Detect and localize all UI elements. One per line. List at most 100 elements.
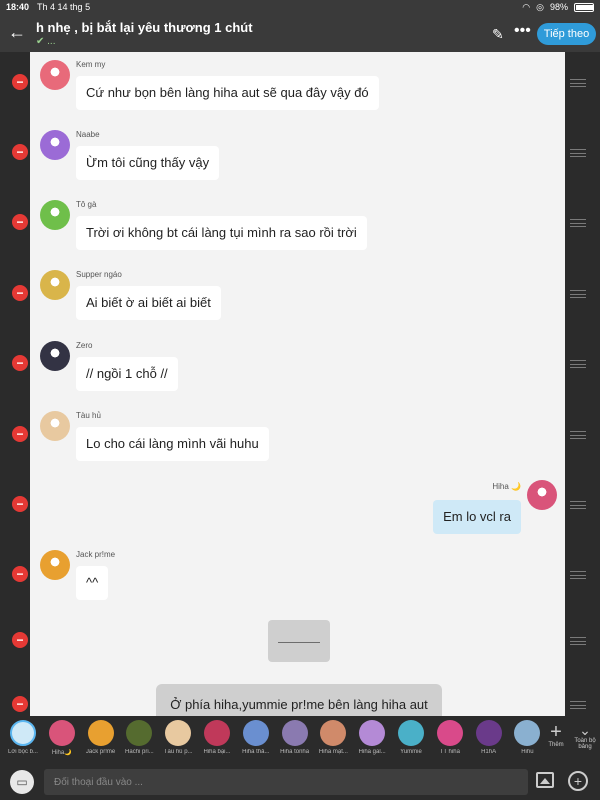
status-date: Th 4 14 thg 5 (37, 2, 91, 12)
delete-message-button[interactable]: − (12, 566, 28, 582)
chevron-down-icon: ⌄ (579, 722, 591, 738)
avatar (87, 720, 114, 746)
avatar[interactable] (527, 480, 557, 510)
sender-name: Jack pr!me (76, 550, 116, 559)
member-name: Hiha🌙 (51, 750, 72, 756)
avatar[interactable] (40, 411, 70, 441)
sender-name: Zero (76, 341, 93, 350)
next-button[interactable]: Tiếp theo (537, 23, 596, 45)
member-item[interactable]: Jack pr!me (82, 720, 120, 755)
fullscreen-button[interactable]: ⌄ Toàn bộ bảng (572, 722, 598, 750)
delete-message-button[interactable]: − (12, 214, 28, 230)
avatar (165, 720, 192, 746)
battery-percent: 98% (549, 2, 568, 12)
message-bubble[interactable]: Ừm tôi cũng thấy vậy (76, 146, 220, 180)
status-time: 18:40 (6, 2, 30, 12)
add-member-button[interactable]: + Thêm (545, 722, 567, 748)
message-bubble[interactable]: // ngồi 1 chỗ // (76, 357, 178, 391)
avatar (514, 720, 541, 746)
avatar[interactable] (40, 200, 70, 230)
member-name: Hiha tonha (280, 749, 310, 755)
member-item[interactable]: TT hiha (431, 720, 469, 755)
delete-message-button[interactable]: − (12, 426, 28, 442)
member-item[interactable]: Hiha mặt... (314, 720, 352, 755)
message-bubble[interactable]: Lo cho cái làng mình vãi huhu (76, 427, 269, 461)
delete-message-button[interactable]: − (12, 696, 28, 712)
message-bubble[interactable]: Cứ như bọn bên làng hiha aut sẽ qua đây … (76, 76, 379, 110)
avatar[interactable] (40, 130, 70, 160)
avatar[interactable] (40, 550, 70, 580)
avatar (359, 720, 386, 746)
avatar (320, 720, 347, 746)
drag-handle-icon[interactable] (570, 79, 586, 87)
back-arrow-icon[interactable]: ← (8, 22, 26, 43)
drag-handle-icon[interactable] (570, 571, 586, 579)
member-name: Hiha gal... (358, 749, 386, 755)
avatar (281, 720, 308, 746)
system-bubble[interactable]: ——— (268, 620, 330, 662)
drag-handle-icon[interactable] (570, 290, 586, 298)
delete-message-button[interactable]: − (12, 285, 28, 301)
member-bar: Lời bọc b... Hiha🌙 Jack pr!me Hachi pri... T… (0, 716, 600, 764)
drag-handle-icon[interactable] (570, 219, 586, 227)
more-icon[interactable]: ••• (514, 22, 531, 40)
avatar[interactable] (40, 270, 70, 300)
member-item[interactable]: Lời bọc b... (4, 720, 42, 755)
message-bubble[interactable]: Ai biết ờ ai biết ai biết (76, 286, 221, 320)
delete-message-button[interactable]: − (12, 355, 28, 371)
member-name: Hiha mặt... (318, 749, 348, 755)
drag-handle-icon[interactable] (570, 431, 586, 439)
sender-name: Supper ngáo (76, 270, 122, 279)
member-item[interactable]: Hiha tonha (276, 720, 314, 755)
member-name: Jack pr!me (85, 749, 116, 755)
sender-name: Naabe (76, 130, 100, 139)
status-right: ◠ ◎ 98% (522, 2, 594, 13)
avatar (126, 720, 153, 746)
sender-name: Kem my (76, 60, 106, 69)
chat-area[interactable]: Kem my Cứ như bọn bên làng hiha aut sẽ q… (30, 52, 565, 716)
delete-message-button[interactable]: − (12, 144, 28, 160)
member-item[interactable]: Hihu (508, 720, 546, 755)
drag-handle-icon[interactable] (570, 637, 586, 645)
chat-subtitle: ✔ ... (36, 36, 56, 47)
message-bubble[interactable]: Trời ơi không bt cái làng tụi mình ra sa… (76, 216, 367, 250)
chat-bubble-icon[interactable]: ▭ (10, 770, 34, 794)
member-item[interactable]: Yummie (392, 720, 430, 755)
image-icon[interactable] (536, 772, 554, 788)
avatar (48, 720, 75, 746)
avatar[interactable] (40, 341, 70, 371)
fullscreen-label: Toàn bộ bảng (574, 738, 596, 750)
location-icon: ◎ (536, 1, 544, 12)
add-circle-icon[interactable]: + (568, 771, 588, 791)
member-item[interactable]: Hiha thả... (237, 720, 275, 755)
member-name: TT hiha (439, 749, 460, 755)
dialogue-input[interactable] (44, 769, 528, 795)
message-bubble[interactable]: ^^ (76, 566, 109, 600)
narration-bubble[interactable]: Ở phía hiha,yummie pr!me bên làng hiha a… (156, 684, 442, 716)
avatar (475, 720, 502, 746)
delete-message-button[interactable]: − (12, 632, 28, 648)
drag-handle-icon[interactable] (570, 701, 586, 709)
member-name: Hachi pri... (125, 749, 154, 755)
member-name: Hiha thả... (242, 749, 270, 755)
drag-handle-icon[interactable] (570, 360, 586, 368)
pencil-icon[interactable]: ✎ (492, 26, 504, 43)
drag-handle-icon[interactable] (570, 501, 586, 509)
member-item[interactable]: Hiha gal... (353, 720, 391, 755)
delete-message-button[interactable]: − (12, 74, 28, 90)
drag-handle-icon[interactable] (570, 149, 586, 157)
member-item[interactable]: Hiha bại... (198, 720, 236, 755)
wifi-icon: ◠ (522, 1, 531, 12)
member-item[interactable]: H1hA (470, 720, 508, 755)
delete-message-button[interactable]: − (12, 496, 28, 512)
message-bubble[interactable]: Em lo vcl ra (433, 500, 521, 534)
avatar[interactable] (40, 60, 70, 90)
member-item[interactable]: Tàu hủ p... (159, 720, 197, 755)
input-bar: ▭ + (0, 764, 600, 800)
member-item[interactable]: Hiha🌙 (43, 720, 81, 756)
avatar (436, 720, 463, 746)
sender-name: Tô gà (76, 200, 97, 209)
member-item[interactable]: Hachi pri... (120, 720, 158, 755)
chat-header: ← h nhẹ , bị bắt lại yêu thương 1 chút ✔… (0, 14, 600, 52)
sender-name: Hiha 🌙 (492, 482, 521, 491)
